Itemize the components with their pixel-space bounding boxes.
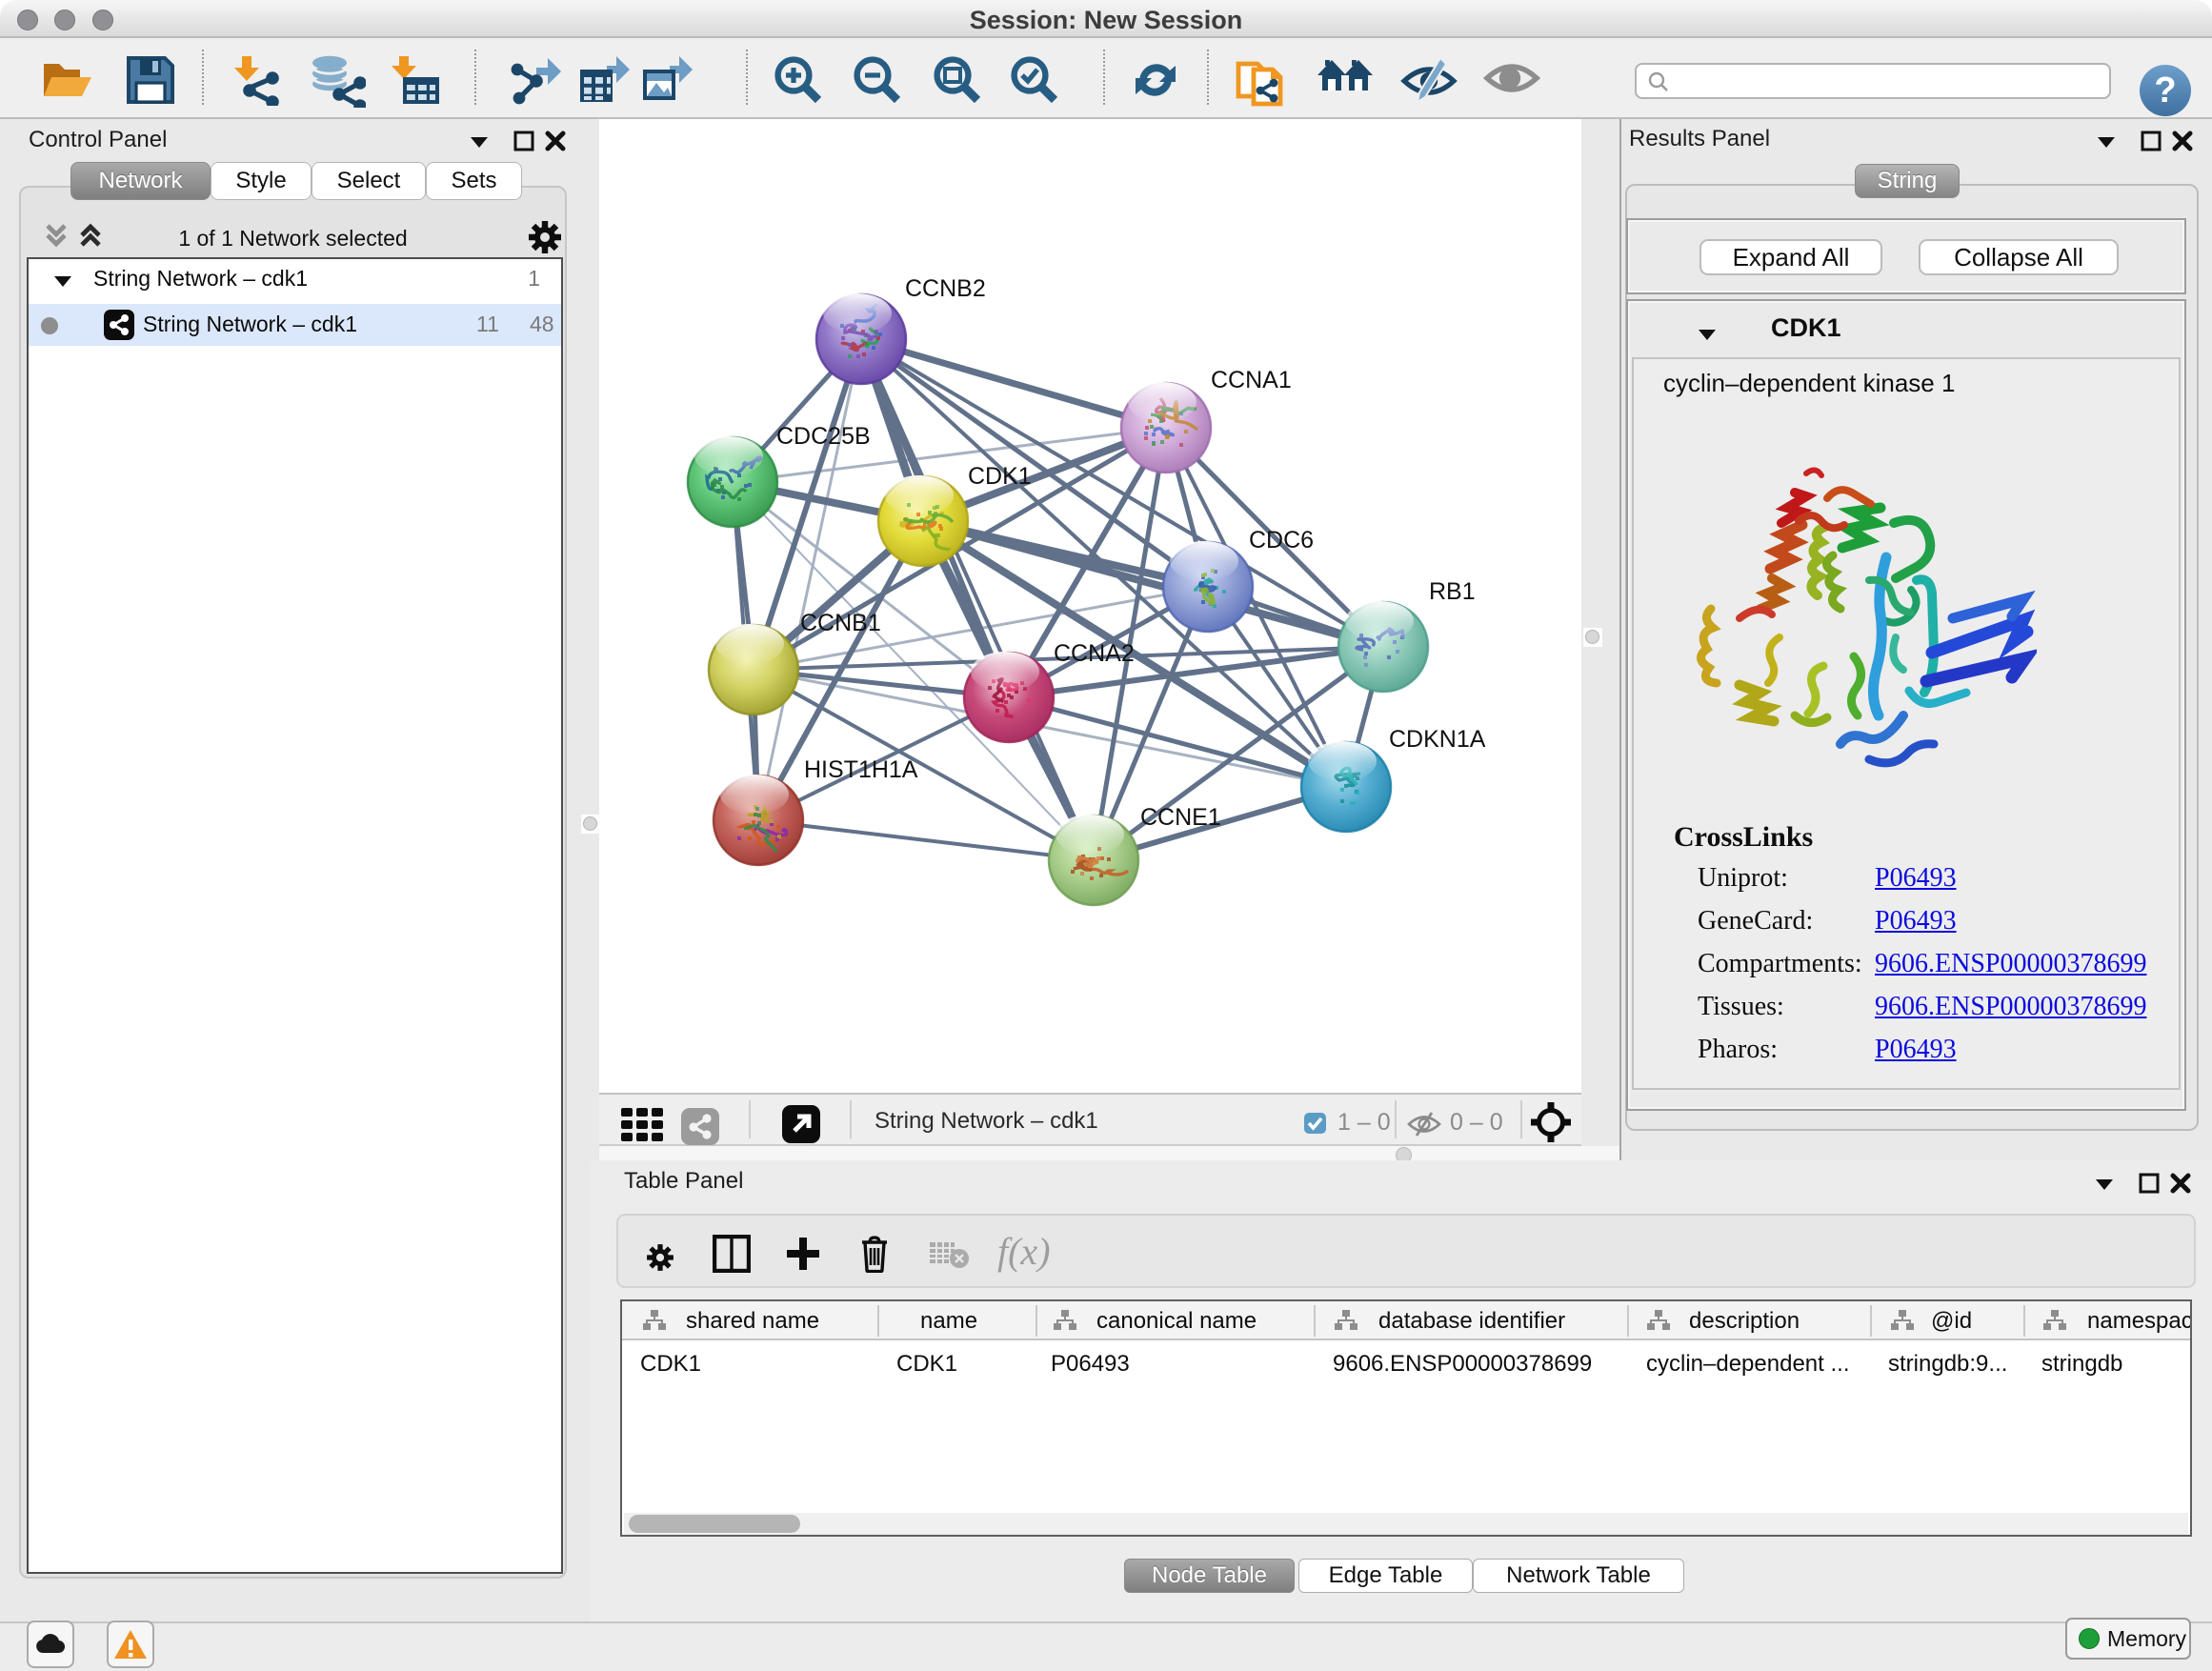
svg-text:CCNA2: CCNA2 — [1054, 640, 1135, 667]
svg-text:CCNB1: CCNB1 — [800, 610, 881, 636]
svg-text:RB1: RB1 — [1429, 578, 1476, 605]
svg-text:CDK1: CDK1 — [968, 463, 1032, 490]
svg-text:CCNB2: CCNB2 — [905, 275, 986, 302]
svg-text:CCNE1: CCNE1 — [1140, 804, 1221, 831]
svg-text:CDKN1A: CDKN1A — [1389, 726, 1486, 753]
svg-text:HIST1H1A: HIST1H1A — [804, 756, 918, 783]
svg-text:CDC6: CDC6 — [1249, 527, 1314, 554]
svg-text:CDC25B: CDC25B — [776, 423, 871, 450]
svg-text:CCNA1: CCNA1 — [1211, 367, 1292, 393]
